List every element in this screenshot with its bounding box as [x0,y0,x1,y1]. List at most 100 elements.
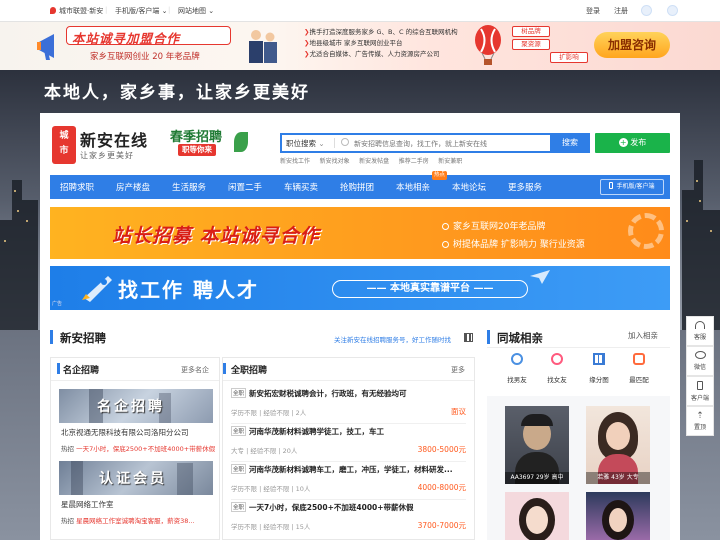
phone-icon [609,182,614,189]
job-meta: 学历不限 | 经验不限 | 2人 [231,409,307,417]
mobile-link[interactable]: 手机版/客户端 ⌄ [115,6,167,16]
hot-hire-1: 热招 一天7小时，保底2500+不加班4000+带薪休假 [61,445,216,453]
search-input[interactable] [354,137,544,150]
job-meta: 学历不限 | 经验不限 | 10人 [231,485,311,493]
divider: | [105,6,108,14]
job-row[interactable]: 全职 一天7小时，保底2500+不加班4000+带薪休假 学历不限 | 经验不限 … [231,500,466,538]
spring-recruit-badge[interactable]: 春季招聘 职等你来 [164,126,252,160]
nav-item-housing[interactable]: 房产楼盘 [116,181,150,193]
logo-badge: 城市 [52,126,76,164]
hot-link[interactable]: 新安发帖盘 [359,158,389,165]
ad-point-3: ❯尤适合自媒体、广告传媒、人力资源房产公司 [304,50,440,58]
nav-item-services[interactable]: 生活服务 [172,181,206,193]
card-marker [57,363,60,374]
gear-icon [442,223,449,230]
site-logo[interactable]: 城市 新安在线 让家乡更美好 [50,126,150,166]
hot-link[interactable]: 新安兼职 [438,158,462,165]
hot-air-balloon-icon [472,24,504,68]
user-icon[interactable] [667,5,678,16]
chevron-down-icon: ⌄ [208,7,215,15]
join-consult-button[interactable]: 加盟咨询 [594,32,670,58]
job-tag: 全职 [231,426,247,436]
ad-tag-2: 聚资源 [512,39,550,50]
customer-service-button[interactable]: 客服 [686,316,714,346]
ad-point-1: ❯携手打造深度服务家乡 G、B、C 的综合互联网机构 [304,28,458,36]
job-row[interactable]: 全职 河南华茂新材料诚聘车工，磨工，冲压，学徒工，材料研发... 学历不限 | 经… [231,462,466,500]
nav-mobile-button[interactable]: 手机版/客户端 [600,179,664,195]
top-ad-banner[interactable]: 本站诚寻加盟合作 家乡互联网创业 20 年老品牌 ❯携手打造深度服务家乡 G、B… [0,22,720,70]
job-tag: 全职 [231,388,247,398]
location-icon [50,7,56,14]
banner1-title: 站长招募 本站诚寻合作 [112,225,320,247]
nav-item-jobs[interactable]: 招聘求职 [60,181,94,193]
verified-member-image[interactable]: 认证会员 [59,461,213,495]
section-marker [50,330,53,344]
nav-item-cars[interactable]: 车辆买卖 [284,181,318,193]
shortcut-label: 找女友 [547,376,567,384]
post-button-label: 发布 [630,138,647,147]
famous-company-image[interactable]: 名企招聘 [59,389,213,423]
fate-map-button[interactable]: 缘分图 [583,353,615,384]
profile-card[interactable]: 若雅 43岁 大专 [586,406,650,484]
headset-icon [695,321,705,329]
hot-badge: 热点 [432,171,448,180]
register-link[interactable]: 注册 [614,6,628,16]
phone-icon [697,381,703,390]
sitemap-link[interactable]: 网站地图 ⌄ [178,6,214,16]
nav-item-dating[interactable]: 本地相亲 [396,181,430,193]
hot-link[interactable]: 推荐二手房 [399,158,429,165]
find-girlfriend-button[interactable]: 找女友 [541,353,573,384]
profile-card[interactable]: AA3697 29岁 高中 [505,406,569,484]
nav-item-secondhand[interactable]: 闲置二手 [228,181,262,193]
nav-item-groupbuy[interactable]: 抢购拼团 [340,181,374,193]
job-title: 新安拓宏财税诚聘会计，行政班，有无经验均可 [249,389,407,398]
profile-card[interactable] [505,492,569,540]
qrcode-icon[interactable] [464,333,473,342]
dating-section-title: 同城相亲 [497,331,543,345]
sitemap-label: 网站地图 [178,7,206,15]
profile-caption: AA3697 29岁 高中 [505,472,569,484]
more-fulltime-link[interactable]: 更多 [451,365,465,375]
search-bar: 职位搜索 ⌄ 搜索 [280,133,590,153]
message-icon[interactable] [641,5,652,16]
job-row[interactable]: 全职 新安拓宏财税诚聘会计，行政班，有无经验均可 学历不限 | 经验不限 | 2人… [231,386,466,424]
nav-mobile-label: 手机版/客户端 [616,183,655,190]
recruit-notice-link[interactable]: 关注新安在线招聘服务号，好工作随时找 [334,334,451,344]
famous-image-text: 名企招聘 [97,399,165,415]
site-switch[interactable]: 城市联盟·新安 [50,6,103,16]
company-name-2[interactable]: 星晨网络工作室 [61,499,114,510]
spring-recruit-sub: 职等你来 [178,144,216,156]
hot-link[interactable]: 新安找对象 [320,158,350,165]
business-people-icon [242,27,282,65]
shortcut-label: 缘分图 [589,376,609,384]
search-category-select[interactable]: 职位搜索 ⌄ [286,138,325,149]
nav-item-more[interactable]: 更多服务 [508,181,542,193]
profile-card[interactable] [586,492,650,540]
rocket-icon [78,272,118,304]
find-boyfriend-button[interactable]: 找男友 [501,353,533,384]
hot-hire-2: 热招 星晨网络工作室诚聘淘宝客服，薪资38... [61,517,195,525]
shortcut-label: 找男友 [507,376,527,384]
job-row[interactable]: 全职 河南华茂新材料诚聘学徒工，技工，车工 大专 | 经验不限 | 20人 380… [231,424,466,462]
find-job-banner[interactable]: 找工作 聘人才 —— 本地真实靠谱平台 —— 广告 [50,266,670,310]
join-dating-link[interactable]: 加入相亲 [628,330,658,341]
search-button[interactable]: 搜索 [550,133,590,153]
wechat-button[interactable]: 微信 [686,346,714,376]
main-nav: 招聘求职 房产楼盘 生活服务 闲置二手 车辆买卖 抢购拼团 本地相亲 热点 本地… [50,171,670,199]
male-icon [511,353,523,365]
back-to-top-button[interactable]: ⇡ 置顶 [686,406,714,436]
post-button[interactable]: + 发布 [595,133,670,153]
client-app-button[interactable]: 客户端 [686,376,714,406]
best-match-button[interactable]: 最匹配 [623,353,655,384]
hot-link[interactable]: 新安找工作 [280,158,310,165]
banner2-sub: 本地真实靠谱平台 [390,283,470,294]
site-slogan: 本地人，家乡事，让家乡更美好 [44,83,310,103]
webmaster-recruit-banner[interactable]: 站长招募 本站诚寻合作 家乡互联网20年老品牌 树提体品牌 扩影响力 聚行业资源 [50,207,670,259]
side-tool-label: 客户端 [690,395,709,402]
chevron-down-icon: ⌄ [161,7,168,15]
banner2-sub-pill: —— 本地真实靠谱平台 —— [332,280,528,298]
nav-item-forum[interactable]: 本地论坛 [452,181,486,193]
company-name-1[interactable]: 北京视通无限科技有限公司洛阳分公司 [61,427,189,438]
login-link[interactable]: 登录 [586,6,600,16]
more-famous-link[interactable]: 更多名企 [181,365,209,375]
